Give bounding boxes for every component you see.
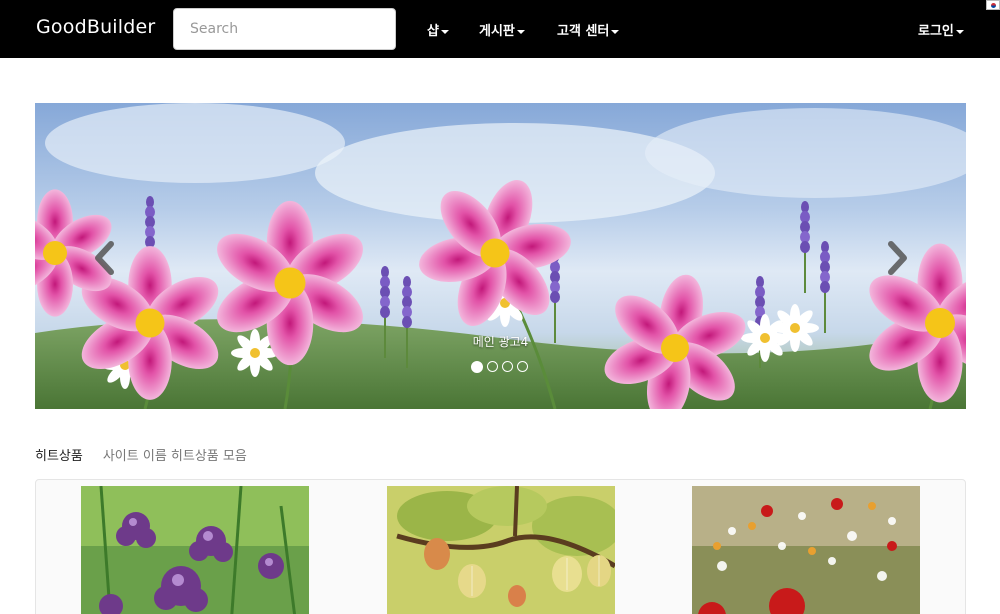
carousel-next-button[interactable] bbox=[885, 241, 909, 275]
chevron-left-icon bbox=[95, 241, 114, 275]
nav-menu-shop-label: 샵 bbox=[427, 24, 439, 39]
nav-menu-customer-center-label: 고객 센터 bbox=[557, 24, 610, 39]
product-image-gooseberry-branch bbox=[387, 486, 615, 614]
product-card-2[interactable] bbox=[387, 486, 615, 614]
caret-down-icon bbox=[440, 29, 449, 34]
nav-menu-shop[interactable]: 샵 bbox=[427, 20, 449, 39]
carousel-prev-button[interactable] bbox=[93, 241, 117, 275]
chevron-right-icon bbox=[888, 241, 907, 275]
hit-products-header: 히트상품 사이트 이름 히트상품 모음 bbox=[35, 445, 247, 464]
hit-products-title: 히트상품 bbox=[35, 449, 83, 464]
product-image-red-poppies bbox=[692, 486, 920, 614]
product-card-3[interactable] bbox=[692, 486, 920, 614]
nav-menu-board-label: 게시판 bbox=[479, 24, 515, 39]
caret-down-icon bbox=[611, 29, 620, 34]
product-image-purple-flowers bbox=[81, 486, 309, 614]
nav-login-label: 로그인 bbox=[918, 24, 954, 39]
carousel-indicator-3[interactable] bbox=[502, 361, 513, 372]
nav-login-menu[interactable]: 로그인 bbox=[918, 20, 964, 39]
carousel-indicators bbox=[471, 360, 528, 373]
nav-menu-board[interactable]: 게시판 bbox=[479, 20, 525, 39]
hit-products-list bbox=[35, 479, 966, 614]
carousel-indicator-4[interactable] bbox=[517, 361, 528, 372]
search-input[interactable] bbox=[173, 8, 396, 50]
carousel-indicator-2[interactable] bbox=[487, 361, 498, 372]
caret-down-icon bbox=[516, 29, 525, 34]
caret-down-icon bbox=[955, 29, 964, 34]
top-navbar: GoodBuilder 샵 게시판 고객 센터 로그인 bbox=[0, 0, 1000, 58]
nav-menu-customer-center[interactable]: 고객 센터 bbox=[557, 20, 620, 39]
brand-logo-link[interactable]: GoodBuilder bbox=[36, 16, 155, 38]
main-banner-carousel: 메인 광고4 bbox=[35, 103, 966, 409]
korea-flag-icon[interactable] bbox=[986, 0, 1000, 10]
product-card-1[interactable] bbox=[81, 486, 309, 614]
carousel-indicator-1[interactable] bbox=[471, 360, 483, 373]
hit-products-subtitle: 사이트 이름 히트상품 모음 bbox=[102, 449, 247, 464]
carousel-caption: 메인 광고4 bbox=[472, 335, 529, 349]
